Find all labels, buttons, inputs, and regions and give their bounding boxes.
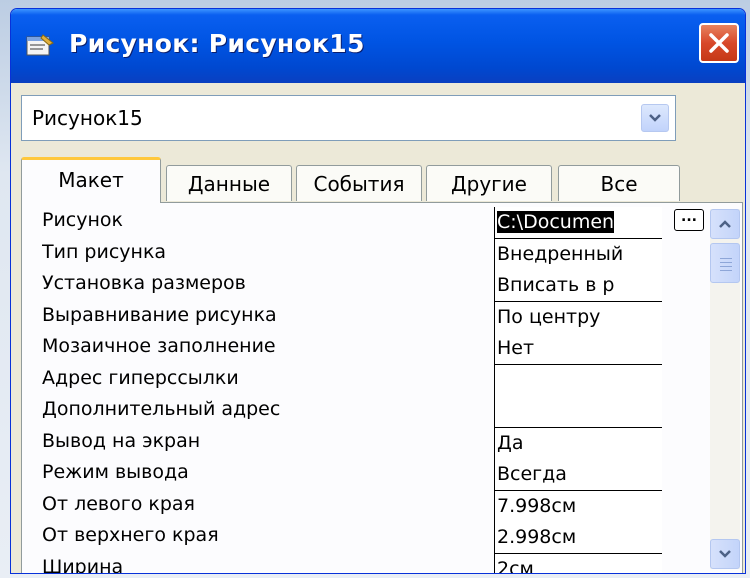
property-value-field[interactable]: Вписать в р <box>494 270 662 302</box>
property-label: Вывод на экран <box>42 429 201 452</box>
scroll-down-icon <box>719 550 731 558</box>
property-label: Адрес гиперссылки <box>42 366 239 389</box>
property-value-field[interactable] <box>494 396 662 428</box>
scroll-thumb[interactable] <box>710 243 740 283</box>
property-row[interactable]: Вывод на экран . . . . . . . . . . . . .… <box>32 427 662 460</box>
property-value-field[interactable]: C:\Documen <box>494 207 662 239</box>
chevron-down-icon <box>649 114 661 122</box>
scroll-up-button[interactable] <box>710 209 740 239</box>
property-row[interactable]: Ширина . . . . . . . . . . . . . . . . .… <box>32 553 662 574</box>
property-grid: Рисунок . . . . . . . . . . . . . . . . … <box>32 203 662 574</box>
property-value-field[interactable]: По центру <box>494 301 662 334</box>
property-value: Нет <box>497 337 535 359</box>
property-label: Тип рисунка <box>42 240 167 263</box>
property-value-field[interactable]: Внедренный <box>494 238 662 271</box>
close-icon <box>709 33 729 53</box>
property-value-field[interactable]: Да <box>494 427 662 460</box>
property-label: Мозаичное заполнение <box>42 335 276 357</box>
property-value-field[interactable]: 7.998см <box>494 490 662 523</box>
property-value-field[interactable]: 2.998см <box>494 522 662 554</box>
property-row[interactable]: Тип рисунка . . . . . . . . . . . . . . … <box>32 238 662 271</box>
tab-events[interactable]: События <box>296 165 422 201</box>
property-value-field[interactable]: Нет <box>494 333 662 365</box>
object-selector-value: Рисунок15 <box>32 106 143 130</box>
property-value: Да <box>497 431 524 454</box>
property-row[interactable]: Установка размеров . . . . . . . . . . .… <box>32 270 662 302</box>
property-label: От левого края <box>42 492 195 515</box>
property-value: 2см <box>497 557 534 574</box>
object-selector-combo[interactable]: Рисунок15 <box>21 95 676 141</box>
tab-all[interactable]: Все <box>558 165 680 201</box>
dropdown-button[interactable] <box>641 104 669 132</box>
property-label: От верхнего края <box>42 524 219 546</box>
property-row[interactable]: Выравнивание рисунка . . . . . . . . . .… <box>32 301 662 334</box>
property-label: Дополнительный адрес <box>42 398 281 420</box>
property-value-field[interactable] <box>494 364 662 397</box>
property-label: Режим вывода <box>42 461 189 483</box>
tab-layout[interactable]: Макет <box>21 157 161 203</box>
tab-strip: Макет Данные События Другие Все <box>21 157 681 203</box>
property-label: Ширина <box>42 555 124 574</box>
tab-other[interactable]: Другие <box>426 165 552 201</box>
builder-button[interactable]: ... <box>674 209 704 231</box>
title-bar[interactable]: Рисунок: Рисунок15 <box>11 9 745 83</box>
property-value: C:\Documen <box>497 211 615 233</box>
property-row[interactable]: От верхнего края . . . . . . . . . . . .… <box>32 522 662 554</box>
property-value: 2.998см <box>497 526 577 548</box>
property-panel: Рисунок . . . . . . . . . . . . . . . . … <box>21 202 743 574</box>
property-row[interactable]: От левого края . . . . . . . . . . . . .… <box>32 490 662 523</box>
close-button[interactable] <box>699 23 739 63</box>
property-value: По центру <box>497 305 601 328</box>
property-value: Внедренный <box>497 242 624 265</box>
property-value-field[interactable]: 2см <box>494 553 662 574</box>
properties-icon <box>25 33 55 59</box>
property-value: Вписать в р <box>497 274 615 296</box>
property-value-field[interactable]: Всегда <box>494 459 662 491</box>
property-label: Установка размеров <box>42 272 246 294</box>
property-label: Выравнивание рисунка <box>42 303 277 326</box>
scroll-down-button[interactable] <box>710 539 740 569</box>
property-value: 7.998см <box>497 494 577 517</box>
vertical-scrollbar[interactable] <box>710 209 740 569</box>
property-row[interactable]: Мозаичное заполнение . . . . . . . . . .… <box>32 333 662 365</box>
property-row[interactable]: Рисунок . . . . . . . . . . . . . . . . … <box>32 207 662 239</box>
property-label: Рисунок <box>42 209 124 231</box>
property-row[interactable]: Режим вывода . . . . . . . . . . . . . .… <box>32 459 662 491</box>
property-value: Всегда <box>497 463 567 485</box>
scroll-up-icon <box>719 220 731 228</box>
property-sheet-window: Рисунок: Рисунок15 Рисунок15 Макет Данны… <box>10 8 746 574</box>
property-row[interactable]: Адрес гиперссылки . . . . . . . . . . . … <box>32 364 662 397</box>
property-row[interactable]: Дополнительный адрес . . . . . . . . . .… <box>32 396 662 428</box>
tab-data[interactable]: Данные <box>166 165 292 201</box>
window-title: Рисунок: Рисунок15 <box>69 29 365 58</box>
